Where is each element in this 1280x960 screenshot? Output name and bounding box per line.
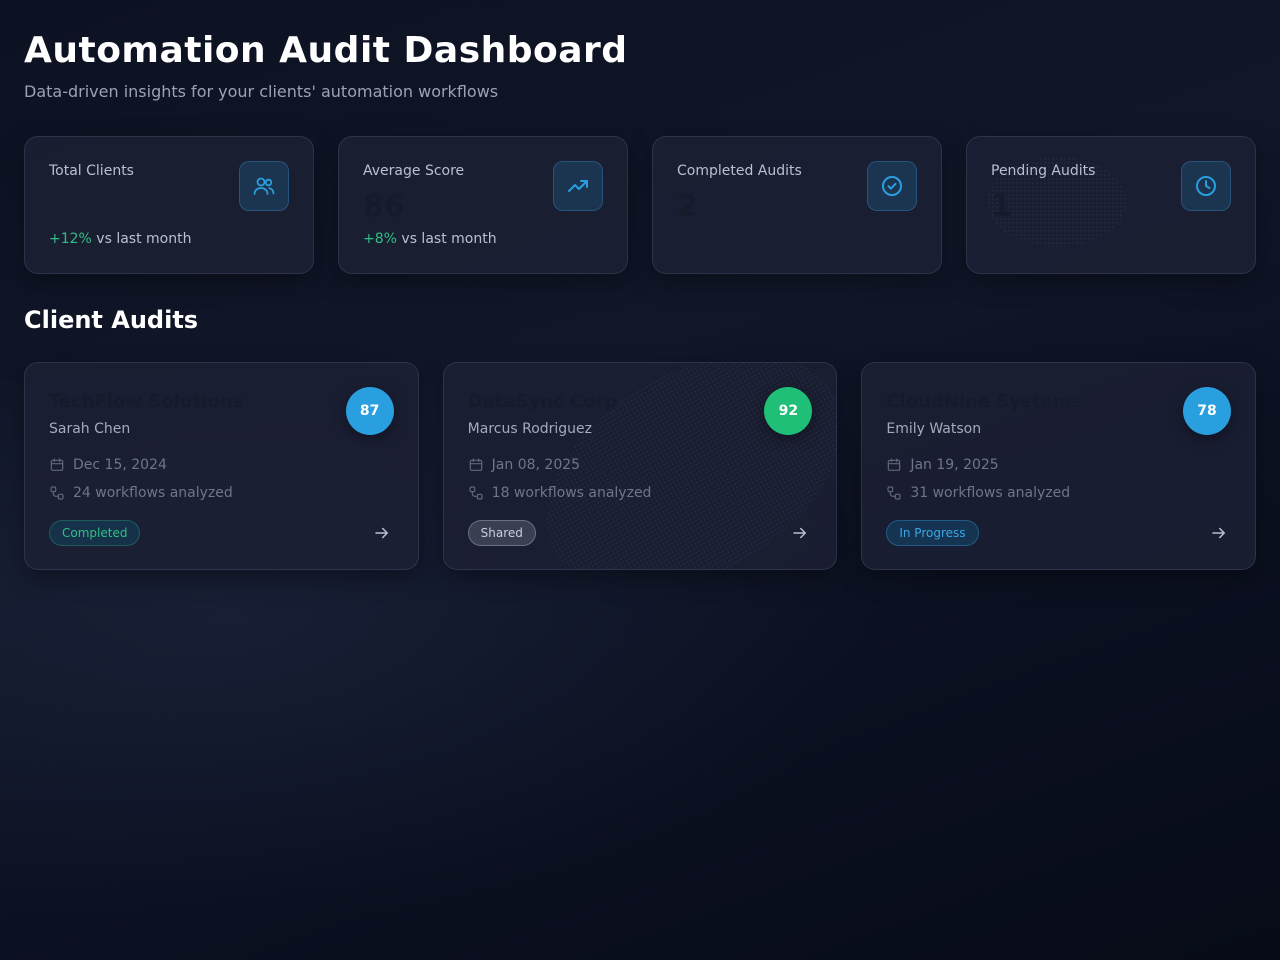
stat-card-completed-audits: Completed Audits 2 [652, 136, 942, 274]
audit-date-row: Jan 19, 2025 [886, 457, 999, 473]
workflow-icon [50, 486, 64, 500]
stat-label: Total Clients [49, 163, 134, 179]
score-badge: 87 [345, 387, 394, 435]
workflows-row: 31 workflows analyzed [886, 485, 1070, 501]
arrow-right-icon[interactable] [788, 521, 812, 545]
client-contact: Emily Watson [886, 421, 982, 437]
status-badge: Shared [467, 520, 536, 546]
client-name: TechFlow Solutions [49, 391, 244, 412]
stat-change-suffix: vs last month [91, 231, 192, 247]
client-contact: Sarah Chen [49, 421, 131, 437]
stat-value: 1 [991, 189, 1012, 224]
calendar-icon [469, 458, 482, 471]
audit-cards: TechFlow Solutions Sarah Chen 87 Dec 15,… [24, 362, 1257, 570]
audit-date-row: Dec 15, 2024 [49, 457, 167, 473]
audit-card[interactable]: CloudNine Systems Emily Watson 78 Jan 19… [861, 362, 1257, 570]
audit-date: Dec 15, 2024 [73, 457, 167, 473]
client-name: CloudNine Systems [886, 391, 1083, 412]
audit-card[interactable]: DataSync Corp Marcus Rodriguez 92 Jan 08… [442, 362, 838, 570]
audit-date-row: Jan 08, 2025 [468, 457, 580, 473]
stat-label: Completed Audits [677, 163, 802, 179]
stat-value: 86 [363, 189, 405, 224]
stat-card-total-clients: Total Clients +12% vs last month [24, 136, 314, 274]
status-badge: In Progress [886, 520, 979, 546]
stat-label: Average Score [363, 163, 465, 179]
score-badge: 78 [1183, 387, 1232, 435]
client-contact: Marcus Rodriguez [467, 421, 593, 437]
workflow-icon [887, 486, 901, 500]
score-badge: 92 [764, 387, 813, 435]
stat-value: 2 [677, 189, 698, 224]
trending-up-icon [553, 161, 603, 211]
section-title: Client Audits [24, 306, 199, 334]
workflows-row: 18 workflows analyzed [468, 485, 652, 501]
stat-change: +8% vs last month [363, 231, 497, 247]
audit-date: Jan 19, 2025 [910, 457, 999, 473]
stat-label: Pending Audits [991, 163, 1096, 179]
calendar-icon [50, 458, 64, 471]
page-subtitle: Data-driven insights for your clients' a… [24, 82, 499, 101]
workflows-count: 31 workflows analyzed [910, 485, 1071, 501]
check-circle-icon [867, 161, 917, 211]
page-title: Automation Audit Dashboard [24, 30, 628, 71]
audit-date: Jan 08, 2025 [491, 457, 581, 473]
audit-card[interactable]: TechFlow Solutions Sarah Chen 87 Dec 15,… [24, 362, 419, 570]
users-icon [239, 161, 289, 211]
calendar-icon [888, 458, 901, 471]
stat-change-percent: +8% [363, 231, 397, 247]
stat-change-suffix: vs last month [396, 231, 497, 247]
stat-card-average-score: Average Score 86 +8% vs last month [338, 136, 628, 274]
workflows-count: 24 workflows analyzed [73, 485, 233, 501]
clock-icon [1181, 161, 1231, 211]
stat-card-pending-audits: Pending Audits 1 [966, 136, 1256, 274]
workflow-icon [469, 486, 483, 500]
stat-change: +12% vs last month [49, 231, 191, 247]
stats-row: Total Clients +12% vs last month Average… [24, 136, 1256, 274]
arrow-right-icon[interactable] [1207, 521, 1231, 545]
status-badge: Completed [49, 520, 141, 546]
workflows-count: 18 workflows analyzed [491, 485, 652, 501]
arrow-right-icon[interactable] [370, 521, 394, 545]
stat-change-percent: +12% [49, 231, 92, 247]
client-name: DataSync Corp [467, 391, 618, 412]
workflows-row: 24 workflows analyzed [49, 485, 233, 501]
